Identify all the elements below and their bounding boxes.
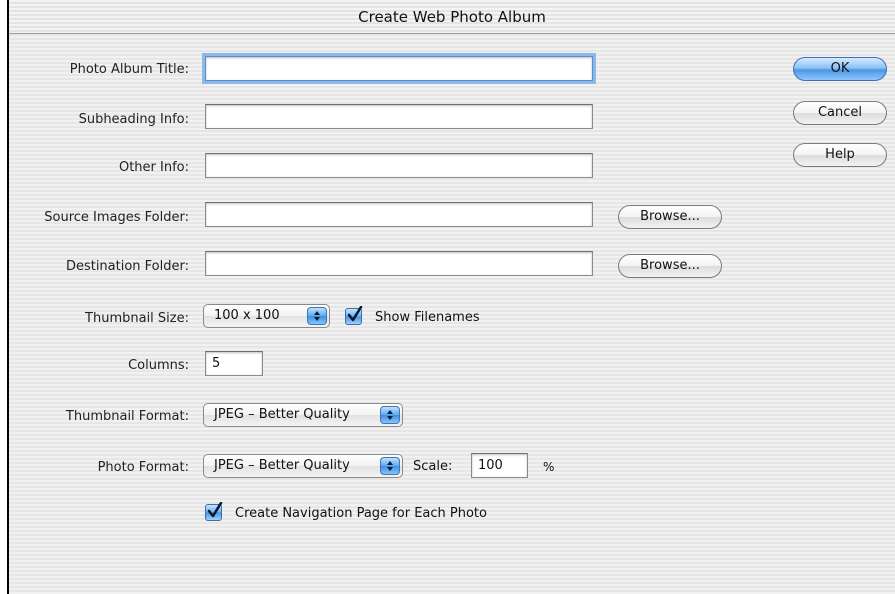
columns-label: Columns:	[128, 358, 189, 373]
help-button[interactable]: Help	[793, 143, 887, 167]
photo-format-value: JPEG – Better Quality	[214, 458, 350, 473]
dialog-window: Create Web Photo Album Photo Album Title…	[7, 0, 895, 594]
thumbnail-size-label: Thumbnail Size:	[85, 311, 189, 326]
scale-label: Scale:	[413, 459, 453, 474]
thumbnail-format-popup[interactable]: JPEG – Better Quality	[203, 403, 403, 427]
thumbnail-size-popup[interactable]: 100 x 100	[203, 304, 330, 328]
popup-stepper-icon	[380, 457, 400, 475]
other-info-label: Other Info:	[118, 160, 189, 175]
source-browse-button[interactable]: Browse...	[618, 205, 722, 229]
columns-input[interactable]: 5	[205, 351, 263, 376]
destination-folder-input[interactable]	[205, 251, 593, 276]
photo-format-popup[interactable]: JPEG – Better Quality	[203, 454, 403, 478]
photo-format-label: Photo Format:	[97, 460, 189, 475]
scale-input[interactable]: 100	[471, 453, 528, 478]
thumbnail-size-value: 100 x 100	[214, 308, 280, 323]
photo-album-title-label: Photo Album Title:	[69, 62, 189, 77]
source-images-folder-label: Source Images Folder:	[44, 210, 189, 225]
show-filenames-checkbox[interactable]	[345, 306, 363, 325]
create-navigation-checkbox[interactable]	[205, 502, 223, 521]
source-images-folder-input[interactable]	[205, 202, 593, 227]
photo-album-title-input[interactable]	[205, 56, 593, 81]
checkmark-icon	[207, 502, 223, 518]
scale-unit-label: %	[543, 460, 555, 474]
show-filenames-label: Show Filenames	[375, 310, 480, 325]
destination-folder-label: Destination Folder:	[65, 259, 189, 274]
popup-stepper-icon	[307, 307, 327, 325]
cancel-button[interactable]: Cancel	[793, 101, 887, 125]
popup-stepper-icon	[380, 406, 400, 424]
checkmark-icon	[347, 306, 363, 322]
thumbnail-format-value: JPEG – Better Quality	[214, 407, 350, 422]
other-info-input[interactable]	[205, 153, 593, 178]
ok-button[interactable]: OK	[793, 57, 887, 81]
subheading-info-label: Subheading Info:	[78, 112, 189, 127]
window-title: Create Web Photo Album	[9, 0, 895, 34]
create-navigation-label: Create Navigation Page for Each Photo	[235, 506, 487, 521]
thumbnail-format-label: Thumbnail Format:	[65, 409, 189, 424]
destination-browse-button[interactable]: Browse...	[618, 254, 722, 278]
subheading-info-input[interactable]	[205, 104, 593, 129]
